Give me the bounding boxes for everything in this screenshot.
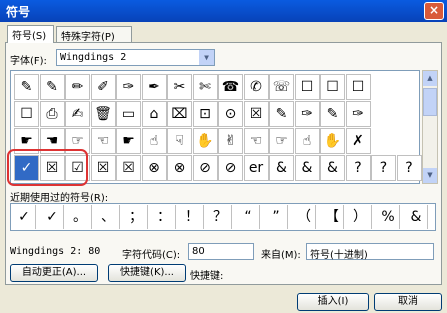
symbol-cell[interactable]: ☏ [269, 74, 294, 100]
symbol-cell[interactable]: ▭ [116, 101, 141, 127]
font-label: 字体(F): [10, 56, 47, 67]
symbol-cell[interactable]: ☝ [294, 128, 320, 154]
recent-symbol-cell[interactable]: （ [293, 205, 316, 229]
symbol-cell[interactable]: ✒ [141, 74, 167, 100]
symbol-cell[interactable]: ☐ [320, 74, 345, 100]
symbol-cell[interactable]: ⎙ [39, 101, 65, 127]
shortcut-key-button[interactable]: 快捷键(K)... [108, 264, 186, 282]
symbol-cell[interactable]: ✋ [320, 128, 345, 154]
char-code-input[interactable]: 80 [188, 243, 254, 260]
autocorrect-button[interactable]: 自动更正(A)... [10, 264, 98, 282]
symbol-cell[interactable]: ✄ [192, 74, 218, 100]
recent-symbol-cell[interactable]: ） [349, 205, 372, 229]
recent-symbol-cell[interactable]: & [405, 205, 428, 229]
scroll-down-icon[interactable]: ▼ [423, 168, 437, 183]
symbol-cell[interactable]: ☒ [243, 101, 269, 127]
recent-symbol-cell[interactable]: ” [265, 205, 288, 229]
symbol-cell[interactable]: ☐ [294, 74, 320, 100]
symbol-cell[interactable]: er [243, 155, 269, 181]
recent-symbol-cell[interactable]: ； [125, 205, 148, 229]
recent-symbol-cell[interactable]: ？ [209, 205, 232, 229]
from-select[interactable]: 符号(十进制) [306, 243, 434, 261]
symbol-cell[interactable]: ✗ [345, 128, 371, 154]
symbol-cell[interactable]: ✍ [65, 101, 90, 127]
symbol-cell[interactable]: ✎ [14, 74, 39, 100]
font-select[interactable]: Wingdings 2 ▼ [56, 49, 215, 66]
scroll-up-icon[interactable]: ▲ [423, 71, 437, 86]
symbol-cell[interactable]: ⊘ [218, 155, 243, 181]
symbol-cell[interactable]: ☒ [90, 155, 116, 181]
recent-symbols-row: ✓ ✓。、；：！？ “” （【）% & [10, 203, 436, 231]
symbol-cell[interactable]: ⌧ [167, 101, 192, 127]
symbol-cell[interactable]: & [269, 155, 294, 181]
title-bar: 符号 × [0, 0, 447, 22]
selection-highlight [7, 149, 88, 186]
recent-symbol-cell[interactable]: “ [237, 205, 260, 229]
symbol-cell[interactable]: ? [371, 155, 396, 181]
recent-symbol-cell[interactable]: % [377, 205, 400, 229]
symbol-cell[interactable]: ✎ [39, 74, 65, 100]
symbol-cell[interactable]: ⊙ [218, 101, 243, 127]
symbol-cell[interactable]: ☛ [116, 128, 141, 154]
insert-button[interactable]: 插入(I) [297, 293, 369, 311]
symbol-cell[interactable]: ✑ [116, 74, 141, 100]
font-value: Wingdings 2 [60, 52, 127, 63]
close-button[interactable]: × [424, 2, 444, 20]
from-label: 来自(M): [261, 250, 301, 261]
symbol-cell[interactable]: 🗑 [90, 101, 116, 127]
symbol-cell[interactable]: ☝ [141, 128, 167, 154]
symbol-cell[interactable]: ☎ [218, 74, 243, 100]
shortcut-key-label: 快捷键: [190, 271, 224, 282]
symbol-cell[interactable]: ✆ [243, 74, 269, 100]
symbol-cell[interactable]: ✐ [90, 74, 116, 100]
font-code-readout: Wingdings 2: 80 [10, 246, 101, 257]
symbol-cell[interactable]: ✌ [218, 128, 243, 154]
symbol-cell[interactable]: & [320, 155, 345, 181]
symbol-cell[interactable]: ⊗ [167, 155, 192, 181]
symbol-cell[interactable]: ☒ [116, 155, 141, 181]
symbol-cell[interactable]: ☟ [167, 128, 192, 154]
recent-symbol-cell[interactable]: ✓ [41, 205, 64, 229]
symbol-cell[interactable]: ☞ [269, 128, 294, 154]
symbol-cell[interactable]: ✑ [345, 101, 371, 127]
symbol-cell[interactable]: ⌂ [141, 101, 167, 127]
symbol-cell[interactable]: ✑ [294, 101, 320, 127]
tab-special-characters[interactable]: 特殊字符(P) [56, 26, 132, 43]
symbol-cell[interactable]: ⊡ [192, 101, 218, 127]
recent-symbol-cell[interactable]: ！ [181, 205, 204, 229]
symbol-cell[interactable]: ☐ [14, 101, 39, 127]
symbol-dialog: 符号 × 符号(S) 特殊字符(P) 字体(F): Wingdings 2 ▼ … [0, 0, 447, 313]
recent-symbol-cell[interactable]: ✓ [13, 205, 36, 229]
symbol-cell[interactable]: ☐ [345, 74, 371, 100]
recent-symbols-label: 近期使用过的符号(R): [10, 193, 109, 204]
symbol-cell[interactable]: ✂ [167, 74, 192, 100]
symbol-cell[interactable]: ✎ [320, 101, 345, 127]
recent-symbol-cell[interactable]: 【 [321, 205, 344, 229]
tab-symbols[interactable]: 符号(S) [7, 25, 54, 43]
recent-symbol-cell[interactable]: 。 [69, 205, 92, 229]
recent-symbol-cell[interactable]: 、 [97, 205, 120, 229]
chevron-down-icon[interactable]: ▼ [199, 50, 214, 65]
symbol-cell[interactable]: ? [345, 155, 371, 181]
cancel-button[interactable]: 取消 [374, 293, 442, 311]
symbol-cell[interactable]: ⊗ [141, 155, 167, 181]
symbol-cell[interactable]: ✎ [269, 101, 294, 127]
window-title: 符号 [6, 5, 31, 19]
symbol-cell[interactable]: ✋ [192, 128, 218, 154]
symbol-cell[interactable]: & [294, 155, 320, 181]
char-code-label: 字符代码(C): [122, 250, 181, 261]
scroll-thumb[interactable] [423, 88, 437, 116]
symbol-cell[interactable]: ⊘ [192, 155, 218, 181]
symbol-cell[interactable]: ☜ [90, 128, 116, 154]
symbol-grid-scrollbar[interactable]: ▲ ▼ [422, 70, 438, 184]
symbol-cell[interactable]: ? [396, 155, 422, 181]
recent-symbol-cell[interactable]: ： [153, 205, 176, 229]
symbol-cell[interactable]: ✏ [65, 74, 90, 100]
symbol-cell[interactable]: ☜ [243, 128, 269, 154]
